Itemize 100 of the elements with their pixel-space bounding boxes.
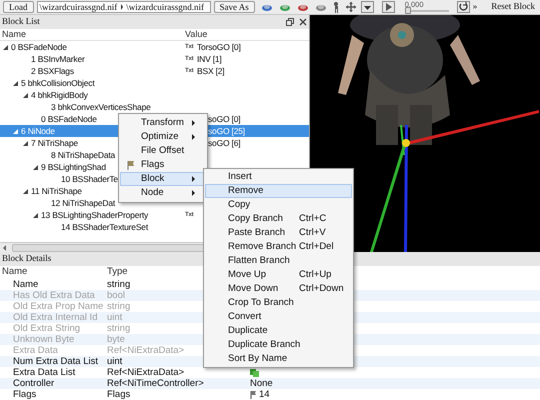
property-type: Ref<NiExtraData> [107,366,184,378]
float-icon[interactable] [286,18,294,26]
property-type: string [107,322,130,334]
move-icon[interactable] [346,2,356,12]
separator-icon[interactable] [119,4,124,10]
reset-block-button[interactable]: Reset Block [489,0,537,14]
slider-thumb[interactable] [404,6,411,14]
flag-icon[interactable] [127,160,135,170]
expanded-icon[interactable] [22,188,29,194]
tree-value: BSX [2] [197,64,224,78]
tree-item[interactable]: 5 bhkCollisionObject [21,76,94,90]
property-type: string [107,278,130,290]
tree-item[interactable]: 14 BSShaderTextureSet [61,220,148,234]
file-path-field[interactable]: \wizardcuirassgnd.nif \wizardcuirassgnd.nif [36,1,210,13]
property-name: Old Extra Prop Name [12,302,104,312]
tree-item[interactable]: 10 BSShaderTe [61,172,118,186]
property-type: uint [107,312,122,322]
property-name: Unknown Byte [12,334,76,344]
expanded-icon[interactable] [22,92,29,98]
submenu-arrow-icon[interactable] [192,176,195,182]
flag-icon[interactable] [250,390,257,398]
menu-item[interactable]: Optimize [120,130,206,144]
column-header[interactable]: Name [0,28,185,42]
expanded-icon[interactable] [12,80,19,86]
property-type: byte [107,334,125,344]
expanded-icon[interactable] [32,164,39,170]
column-header[interactable]: Value [185,28,208,42]
menu-item[interactable]: Block [120,172,206,186]
menu-item[interactable]: Move Down Ctrl+Down [205,282,352,296]
overflow-button[interactable]: » [472,0,478,14]
menu-item[interactable]: Copy Branch Ctrl+C [205,212,352,226]
property-type: bool [107,290,125,300]
tree-item[interactable]: 3 bhkConvexVerticesShape [51,100,151,114]
property-name: Extra Data List [12,368,76,378]
property-type: uint [107,356,122,366]
menu-item[interactable]: Flags [120,158,206,172]
expanded-icon[interactable] [22,140,29,146]
property-name: Old Extra String [12,324,82,334]
tree-item[interactable]: 0 BSFadeNode [11,40,67,54]
menu-item[interactable]: Crop To Branch [205,296,352,310]
tree-item[interactable]: 9 BSLightingShad [41,160,106,174]
tree-value: INV [1] [197,52,222,66]
menu-item[interactable]: Copy [205,198,352,212]
load-button[interactable]: Load [3,1,34,13]
property-value: None [250,378,273,388]
dropdown-button[interactable] [360,1,374,13]
view-icon[interactable] [278,2,291,12]
tree-value: TorsoGO [0] [197,40,241,54]
panel-title: Block Details [2,252,52,266]
view-icon[interactable] [260,2,273,12]
menu-item[interactable]: Sort By Name [205,352,352,366]
expanded-icon[interactable] [2,44,9,50]
loop-button[interactable] [456,1,470,13]
tree-item[interactable]: 13 BSLightingShaderProperty [41,208,148,222]
property-type: Ref<NiExtraData> [107,344,184,356]
tree-value: soGO [0] [208,112,240,126]
save-as-button[interactable]: Save As [214,1,255,13]
menu-item[interactable]: Node [120,186,206,200]
figure-icon[interactable] [332,2,339,12]
menu-item[interactable]: Move Up Ctrl+Up [205,268,352,282]
list-icon[interactable] [250,368,259,377]
property-type: Flags [107,388,130,400]
panel-title: Block List [2,15,40,28]
menu-item[interactable]: Transform [120,116,206,130]
tree-item[interactable]: 2 BSXFlags [31,64,74,78]
play-button[interactable] [382,1,395,13]
menu-item[interactable]: Flatten Branch [205,254,352,268]
tree-item[interactable]: 12 NiTriShapeDat [51,196,116,210]
menu-item[interactable]: Paste Branch Ctrl+V [205,226,352,240]
submenu-arrow-icon[interactable] [192,190,195,196]
view-icon[interactable] [296,2,309,12]
tree-value: soGO [25] [208,124,245,138]
expanded-icon[interactable] [32,212,39,218]
property-name: Flags [12,390,38,400]
tree-item[interactable]: 11 NiTriShape [31,184,82,198]
menu-item[interactable]: Duplicate Branch [205,338,352,352]
tree-item[interactable]: 8 NiTriShapeData [51,148,116,162]
view-icon[interactable] [314,2,327,12]
property-value: 14 [259,390,270,400]
menu-item[interactable]: Remove [205,184,352,198]
menu-item[interactable]: File Offset [120,144,206,158]
column-header[interactable]: Name [0,265,107,280]
property-name: Extra Data [12,346,59,356]
column-header[interactable]: Type [107,265,128,280]
submenu-arrow-icon[interactable] [192,134,195,140]
submenu-arrow-icon[interactable] [192,120,195,126]
tree-item[interactable]: 1 BSInvMarker [31,52,85,66]
close-icon[interactable] [299,18,307,26]
tree-item[interactable]: 0 BSFadeNode [41,112,97,126]
property-name: Controller [12,378,56,388]
menu-item[interactable]: Convert [205,310,352,324]
property-type: string [107,300,130,312]
tree-item[interactable]: 7 NiTriShape [31,136,78,150]
menu-item[interactable]: Duplicate [205,324,352,338]
property-name: Has Old Extra Data [12,290,96,300]
tree-item[interactable]: 4 bhkRigidBody [31,88,88,102]
menu-item[interactable]: Remove Branch Ctrl+Del [205,240,352,254]
property-name: Name [12,280,40,290]
property-name: Num Extra Data List [12,356,99,366]
menu-item[interactable]: Insert [205,170,352,184]
